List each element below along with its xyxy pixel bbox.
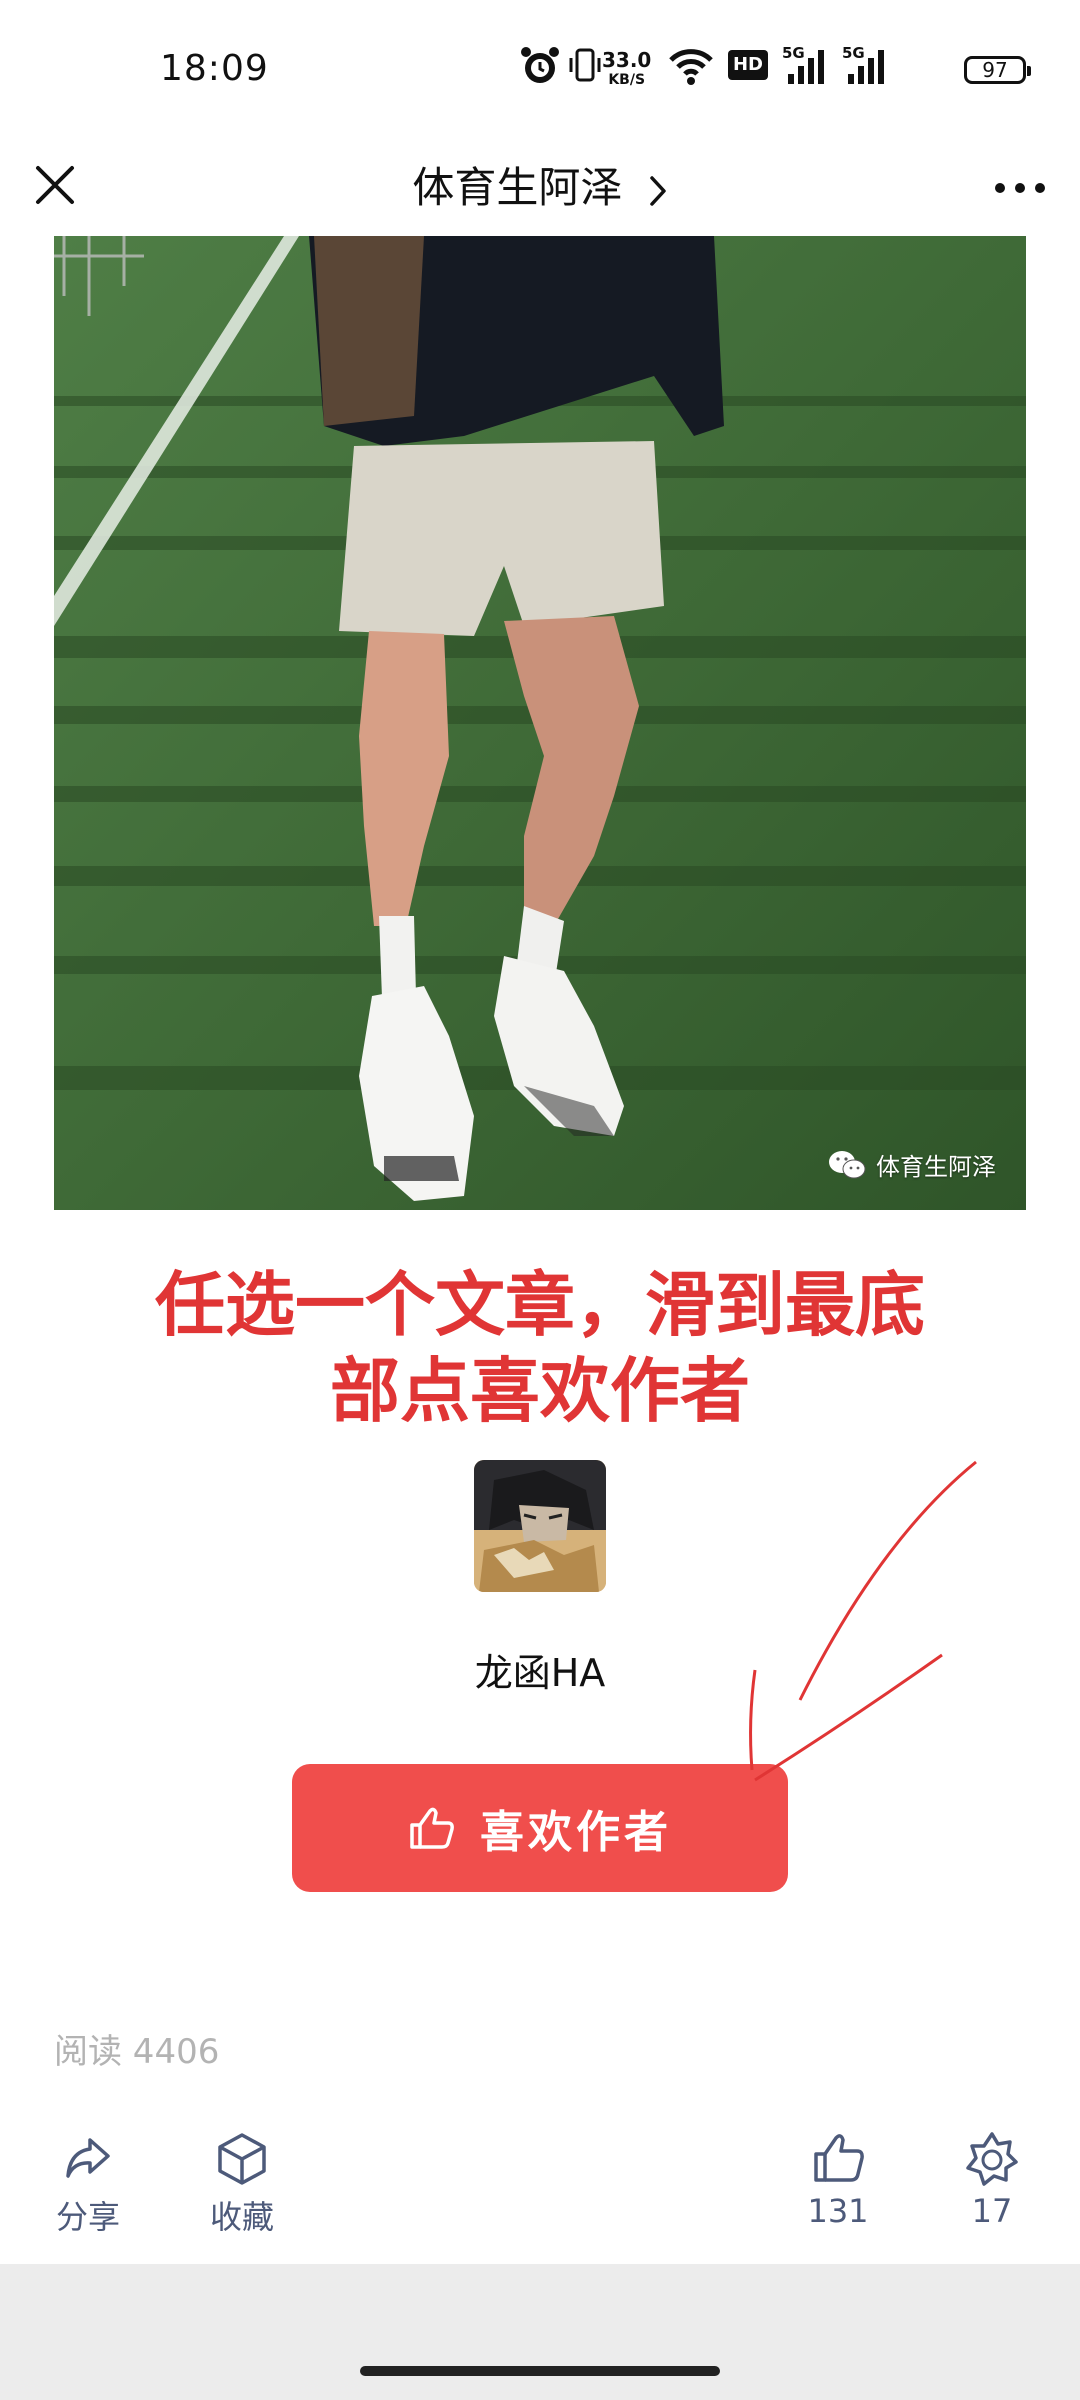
more-icon[interactable] <box>990 160 1050 216</box>
cube-icon <box>218 2133 266 2185</box>
wechat-icon <box>829 1150 866 1178</box>
share-icon <box>66 2138 110 2178</box>
status-icons: 33.0 KB/S HD 5G 5G 97 <box>520 44 1080 94</box>
wow-button[interactable]: 17 <box>932 2130 1052 2230</box>
article-photo: 体育生阿泽 <box>54 236 1026 1210</box>
bottom-gray-band <box>0 2264 1080 2400</box>
top-nav: 体育生阿泽 <box>0 140 1080 240</box>
status-bar: 18:09 33.0 KB/S HD 5G 5G 97 <box>0 0 1080 140</box>
hd-icon: HD <box>728 50 768 80</box>
chevron-right-icon <box>649 175 666 206</box>
signal-icon: 5G <box>782 44 830 88</box>
like-button[interactable]: 131 <box>778 2130 898 2230</box>
battery-icon: 97 <box>964 56 1031 84</box>
thumbs-up-icon <box>410 1807 454 1849</box>
home-indicator[interactable] <box>360 2366 720 2376</box>
read-count: 阅读 4406 <box>54 2032 220 2072</box>
thumbs-up-icon <box>814 2134 864 2182</box>
annotation-arrow <box>749 1460 977 1782</box>
instruction-annotation: 任选一个文章，滑到最底 部点喜欢作者 <box>155 1264 925 1432</box>
network-speed: 33.0 KB/S <box>602 48 652 88</box>
collect-button[interactable]: 收藏 <box>182 2130 302 2238</box>
share-button[interactable]: 分享 <box>28 2130 148 2238</box>
alarm-icon <box>521 47 559 83</box>
account-title[interactable]: 体育生阿泽 <box>0 160 1080 216</box>
bottom-action-bar: 分享 收藏 131 17 <box>0 2130 1080 2264</box>
star-icon <box>966 2132 1018 2186</box>
wifi-icon <box>669 49 713 85</box>
status-time: 18:09 <box>160 48 269 89</box>
signal-icon: 5G <box>842 44 890 88</box>
photo-watermark: 体育生阿泽 <box>828 1147 996 1182</box>
vibrate-icon <box>569 48 601 82</box>
avatar[interactable] <box>474 1460 606 1592</box>
